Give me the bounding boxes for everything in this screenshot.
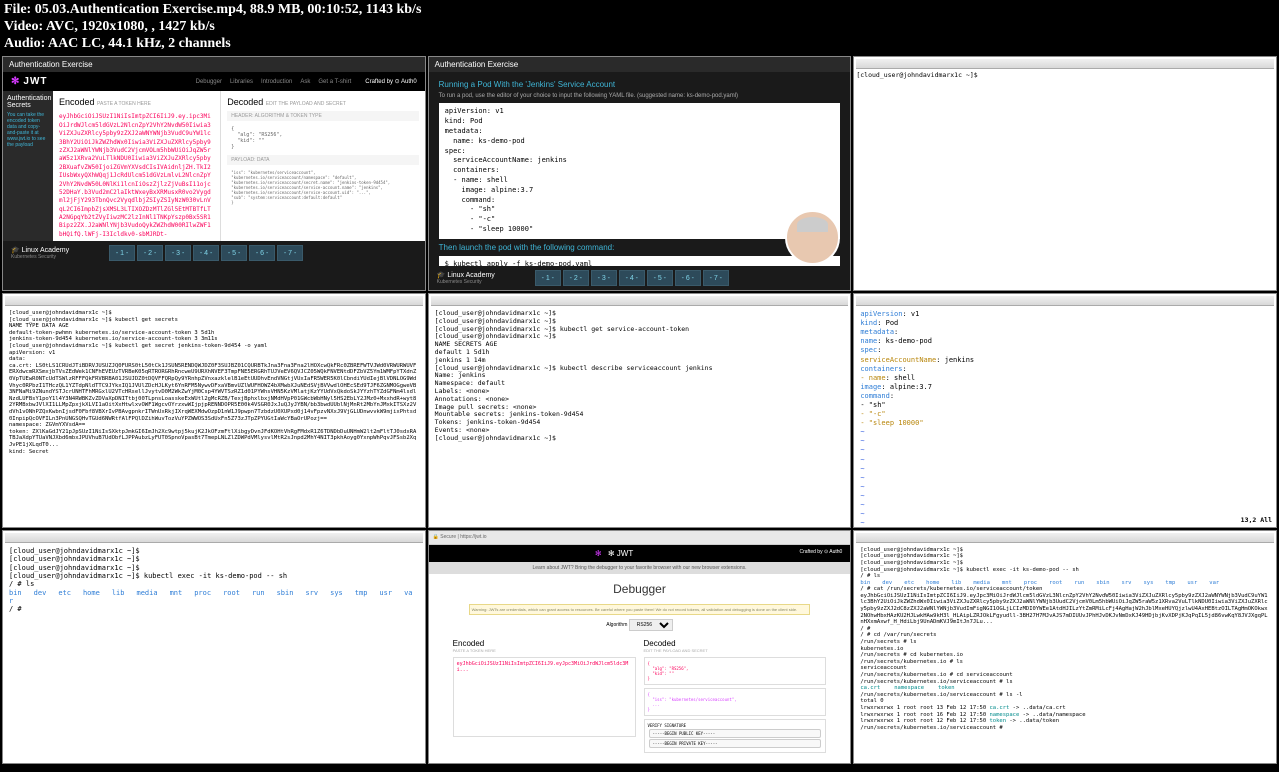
sidebar: Authentication Secrets You can take the …	[3, 91, 53, 241]
algo-select[interactable]: RS256	[629, 619, 673, 631]
pager[interactable]: - 1 -- 2 -- 3 -- 4 -- 5 -- 6 -- 7 -	[109, 245, 303, 261]
frame-6-vim-editor[interactable]: apiVersion: v1kind: Podmetadata: name: k…	[853, 293, 1277, 528]
presenter-face	[785, 210, 840, 265]
frame-4-terminal-secrets[interactable]: [cloud_user@johndavidmarx1c ~]$[cloud_us…	[2, 293, 426, 528]
decoded-panel[interactable]: DecodedEDIT THE PAYLOAD AND SECRET { "al…	[640, 635, 831, 757]
frame-8-jwt-browser: 🔒 Secure | https://jwt.io ✻ ✻ JWT Crafte…	[428, 530, 852, 765]
frame-5-terminal-describe[interactable]: [cloud_user@johndavidmarx1c ~]$[cloud_us…	[428, 293, 852, 528]
decoded-panel: Decoded EDIT THE PAYLOAD AND SECRET HEAD…	[220, 91, 424, 241]
encoded-panel[interactable]: Encoded PASTE A TOKEN HERE eyJhbGciOiJSU…	[53, 91, 220, 241]
slide-title: Authentication Exercise	[3, 57, 425, 72]
jwt-header: ✻JWT DebuggerLibrariesIntroductionAskGet…	[3, 72, 425, 91]
jwt-nav[interactable]: DebuggerLibrariesIntroductionAskGet a T-…	[192, 79, 356, 85]
frame-3-terminal-empty[interactable]: [cloud_user@johndavidmarx1c ~]$	[853, 56, 1277, 291]
browser-bar[interactable]: 🔒 Secure | https://jwt.io	[429, 531, 851, 545]
frame-1-jwt-debugger: Authentication Exercise ✻JWT DebuggerLib…	[2, 56, 426, 291]
frame-7-terminal-exec[interactable]: [cloud_user@johndavidmarx1c ~]$[cloud_us…	[2, 530, 426, 765]
encoded-panel[interactable]: EncodedPASTE A TOKEN HERE eyJhbGciOiJSUz…	[449, 635, 640, 757]
file-info: File: 05.03.Authentication Exercise.mp4,…	[0, 0, 1279, 54]
footer: 🎓 Linux AcademyKubernetes Security - 1 -…	[3, 241, 425, 265]
thumbnail-grid: Authentication Exercise ✻JWT DebuggerLib…	[0, 54, 1279, 766]
jwt-header: ✻ ✻ JWT Crafted by ⊙ Auth0	[429, 545, 851, 562]
pager[interactable]: - 1 -- 2 -- 3 -- 4 -- 5 -- 6 -- 7 -	[535, 270, 729, 286]
yaml-block: apiVersion: v1 kind: Pod metadata: name:…	[439, 103, 841, 238]
jwt-logo-icon: ✻	[11, 76, 20, 87]
frame-9-terminal-secrets-path[interactable]: [cloud_user@johndavidmarx1c ~]$[cloud_us…	[853, 530, 1277, 765]
frame-2-pod-yaml: Authentication Exercise Running a Pod Wi…	[428, 56, 852, 291]
